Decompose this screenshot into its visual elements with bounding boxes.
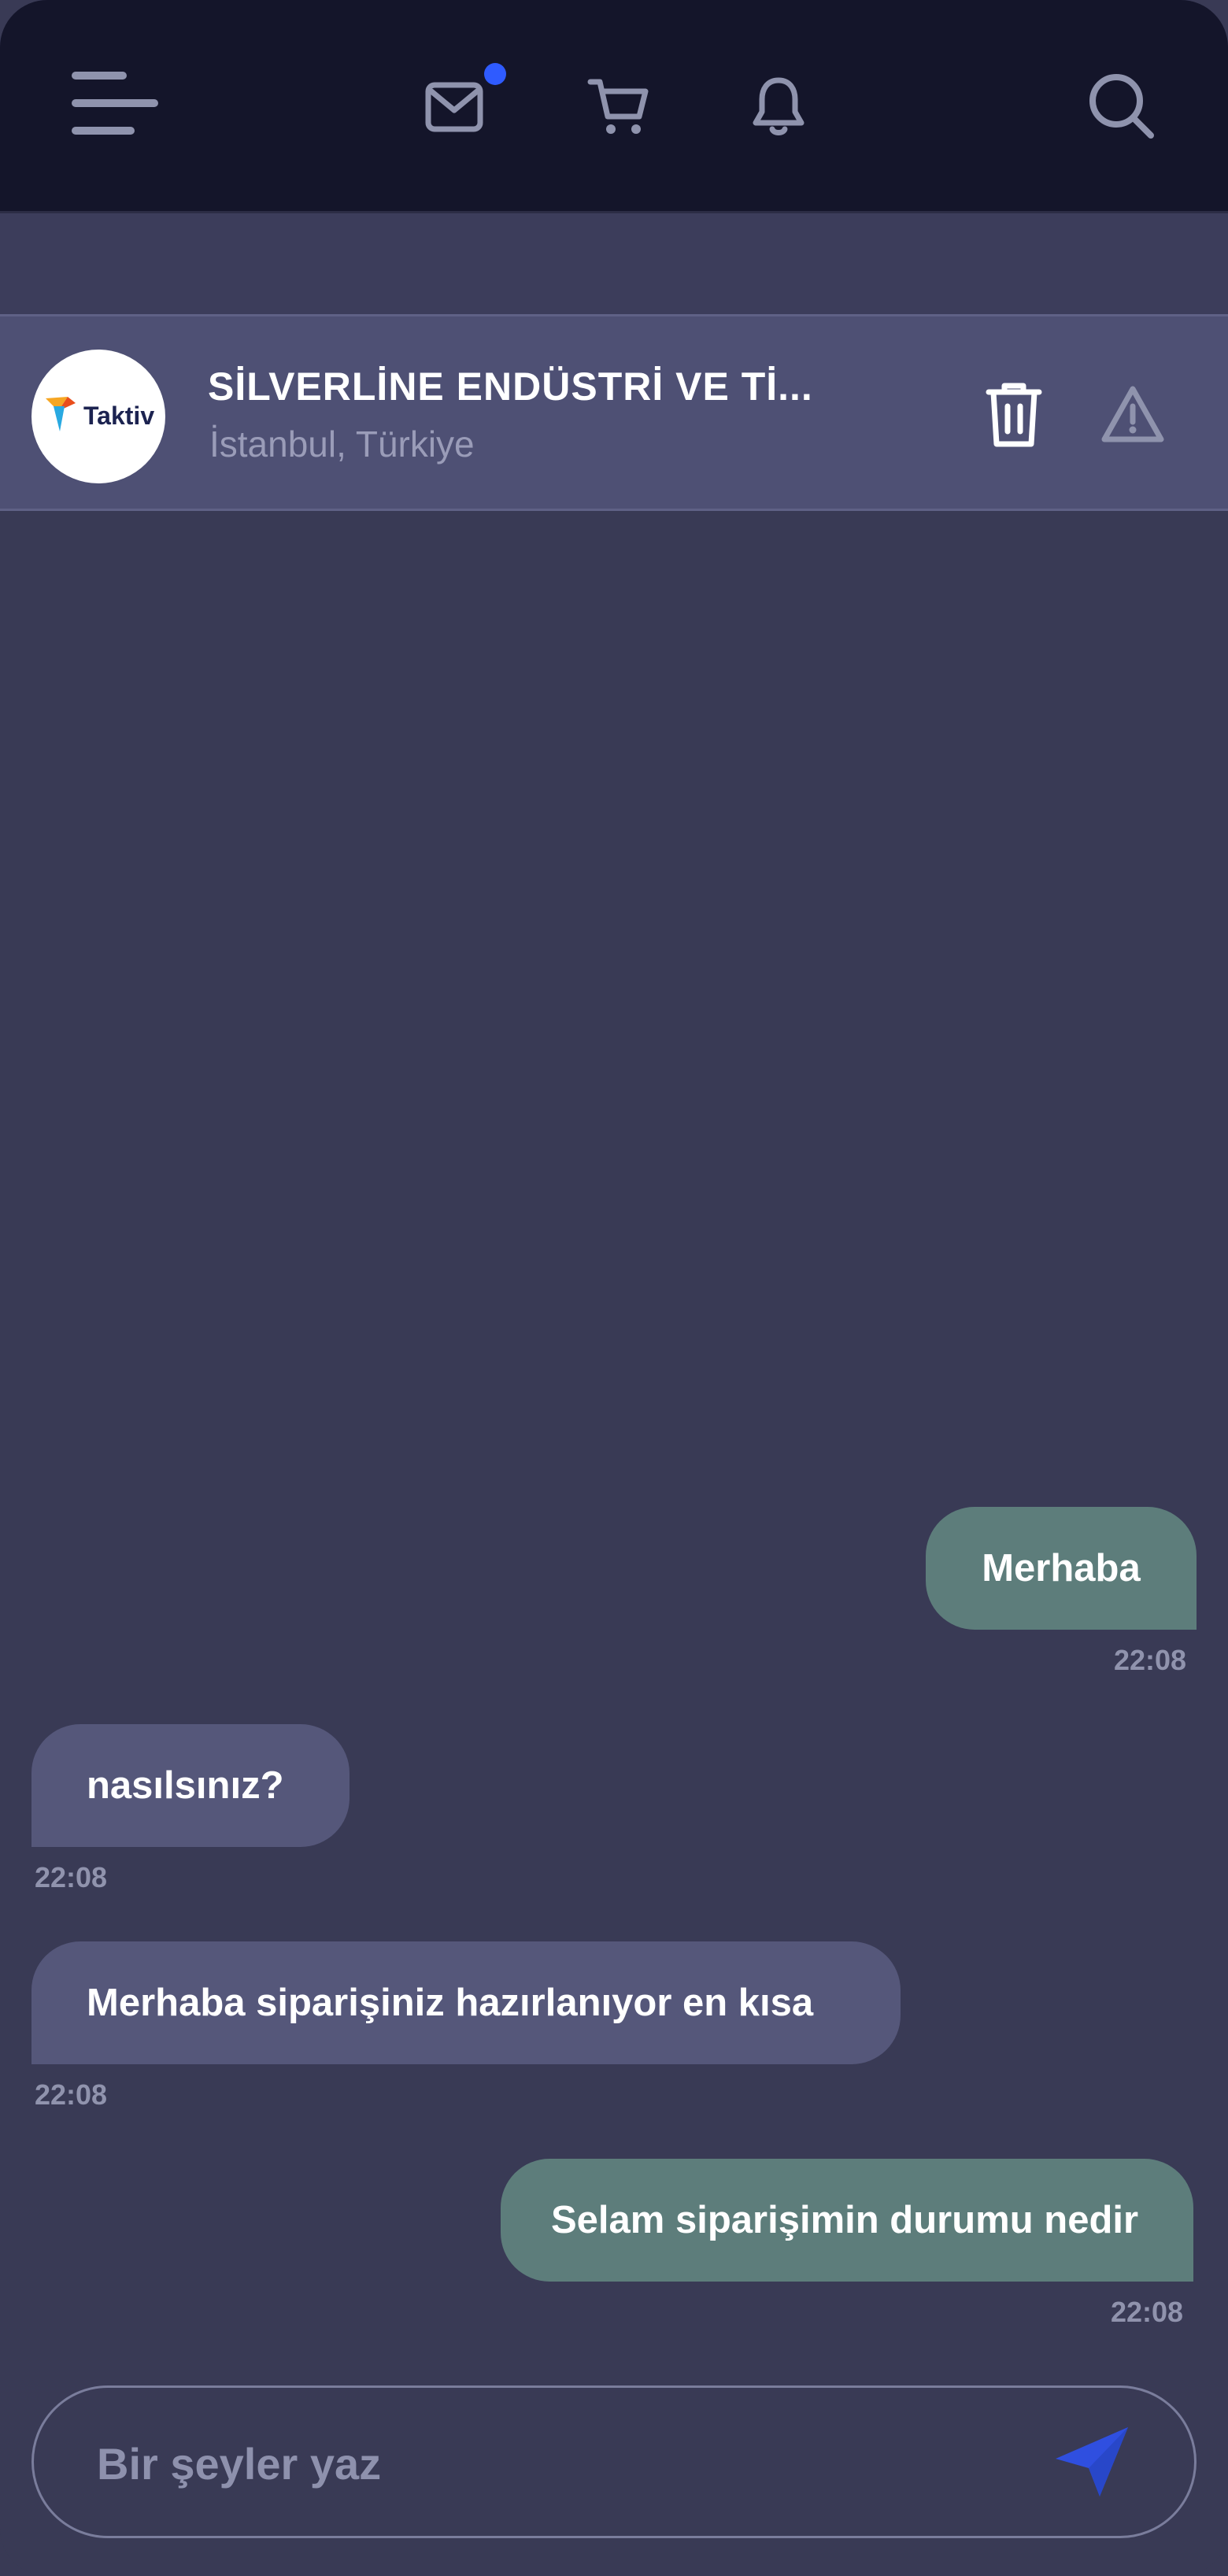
trash-icon[interactable] bbox=[986, 381, 1042, 449]
chat-screen: Taktiv SİLVERLİNE ENDÜSTRİ VE Tİ... İsta… bbox=[0, 0, 1228, 2576]
top-navigation-bar bbox=[0, 0, 1228, 213]
message-time: 22:08 bbox=[35, 1861, 108, 1893]
header-spacer bbox=[0, 213, 1228, 314]
cart-icon[interactable] bbox=[587, 77, 650, 137]
message-bubble-sent[interactable]: Selam siparişimin durumu nedir bbox=[501, 2159, 1193, 2282]
send-icon[interactable] bbox=[1052, 2424, 1131, 2500]
search-icon[interactable] bbox=[1088, 72, 1156, 140]
message-bubble-sent[interactable]: Merhaba bbox=[926, 1507, 1197, 1630]
taktiv-logo-icon bbox=[46, 397, 76, 431]
message-bubble-received[interactable]: nasılsınız? bbox=[31, 1724, 350, 1847]
conversation-contact-header: Taktiv SİLVERLİNE ENDÜSTRİ VE Tİ... İsta… bbox=[0, 314, 1228, 511]
message-composer bbox=[31, 2385, 1197, 2538]
contact-avatar[interactable]: Taktiv bbox=[31, 350, 165, 483]
message-input[interactable] bbox=[95, 2419, 1043, 2508]
message-time: 22:08 bbox=[1114, 1644, 1187, 1676]
message-time: 22:08 bbox=[35, 2078, 108, 2111]
mail-unread-badge bbox=[484, 63, 506, 85]
report-warning-icon[interactable] bbox=[1100, 384, 1165, 444]
mail-icon[interactable] bbox=[425, 82, 483, 132]
message-time: 22:08 bbox=[1111, 2296, 1184, 2328]
contact-location: İstanbul, Türkiye bbox=[209, 424, 475, 464]
contact-name[interactable]: SİLVERLİNE ENDÜSTRİ VE Tİ... bbox=[208, 364, 813, 409]
bell-icon[interactable] bbox=[751, 76, 806, 139]
avatar-logo-text: Taktiv bbox=[83, 402, 155, 430]
menu-icon[interactable] bbox=[69, 69, 161, 137]
message-bubble-received[interactable]: Merhaba siparişiniz hazırlanıyor en kısa bbox=[31, 1941, 901, 2064]
